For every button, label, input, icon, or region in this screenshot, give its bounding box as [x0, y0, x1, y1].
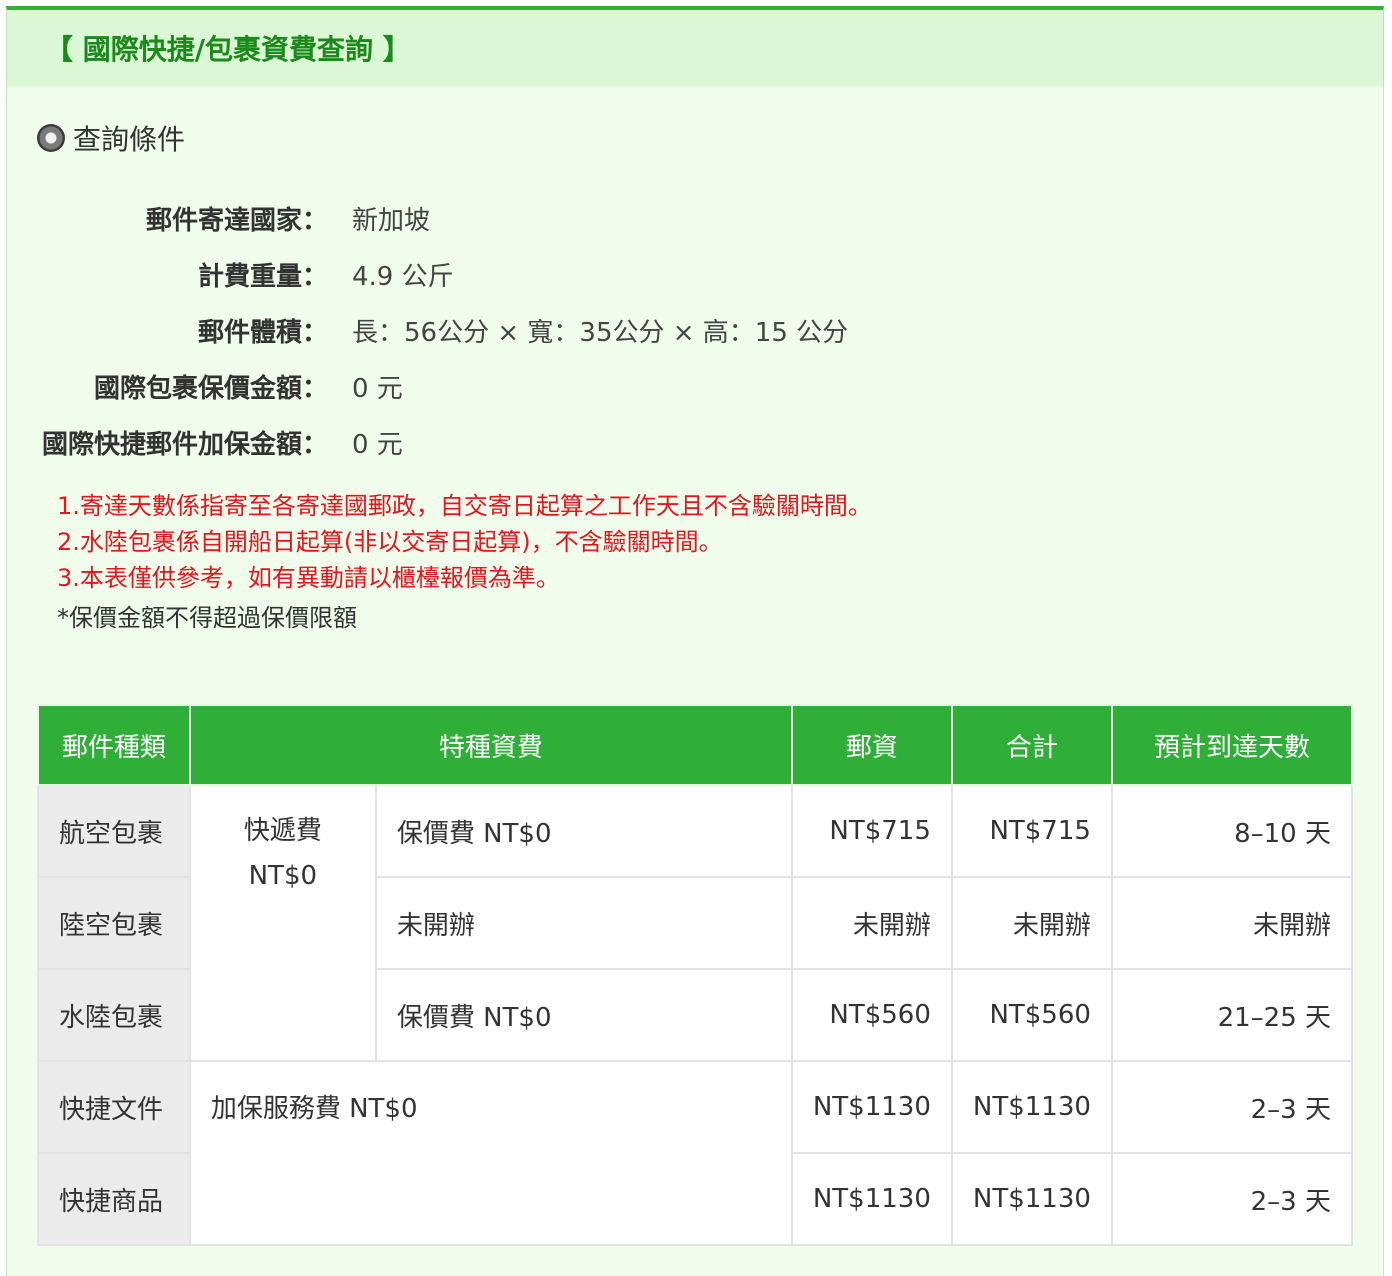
condition-label: 國際包裹保價金額： — [93, 373, 328, 404]
total-cell: NT$1130 — [950, 1060, 1113, 1154]
condition-row-parcel-insurance: 國際包裹保價金額： 0 元 — [7, 358, 907, 414]
total-cell: NT$560 — [950, 968, 1113, 1062]
condition-row-weight: 計費重量： 4.9 公斤 — [7, 246, 907, 302]
rates-table: 郵件種類 特種資費 郵資 合計 預計到達天數 航空包裹 快遞費 NT$0 保價費… — [37, 704, 1354, 1246]
days-cell: 21–25 天 — [1110, 968, 1354, 1062]
mail-type-cell: 快捷文件 — [37, 1060, 191, 1154]
table-header-row: 郵件種類 特種資費 郵資 合計 預計到達天數 — [37, 704, 1354, 786]
days-cell: 8–10 天 — [1110, 784, 1354, 878]
condition-label: 郵件體積： — [197, 317, 328, 348]
condition-row-country: 郵件寄達國家： 新加坡 — [7, 190, 907, 246]
radio-bullet-icon — [37, 124, 65, 152]
postage-cell: NT$715 — [790, 784, 953, 878]
panel-title: 【 國際快捷/包裹資費查詢 】 — [7, 10, 1383, 88]
fee-cell: 未開辦 — [374, 876, 793, 970]
condition-value: 新加坡 — [352, 205, 431, 236]
header-total: 合計 — [950, 704, 1113, 786]
express-fee-label: 快遞費 — [243, 816, 322, 846]
condition-value: 0 元 — [352, 429, 403, 460]
condition-value: 長：56公分 × 寬：35公分 × 高：15 公分 — [352, 317, 849, 348]
condition-label: 郵件寄達國家： — [145, 205, 328, 236]
condition-row-volume: 郵件體積： 長：56公分 × 寬：35公分 × 高：15 公分 — [7, 302, 907, 358]
days-cell: 2–3 天 — [1110, 1060, 1354, 1154]
table-row: 航空包裹 快遞費 NT$0 保價費 NT$0 NT$715 NT$715 8–1… — [37, 784, 1354, 1062]
notes: 1.寄達天數係指寄至各寄達國郵政，自交寄日起算之工作天且不含驗關時間。 2.水陸… — [57, 488, 872, 636]
mail-type-cell: 水陸包裹 — [37, 968, 191, 1062]
note-surface-parcel: 2.水陸包裹係自開船日起算(非以交寄日起算)，不含驗關時間。 — [57, 528, 723, 556]
section-heading: 查詢條件 — [37, 118, 185, 158]
condition-value: 0 元 — [352, 373, 403, 404]
postage-cell: NT$560 — [790, 968, 953, 1062]
total-cell: NT$1130 — [950, 1152, 1113, 1246]
header-postage: 郵資 — [790, 704, 953, 786]
express-fee-cell: 快遞費 NT$0 — [188, 784, 377, 1062]
mail-type-cell: 陸空包裹 — [37, 876, 191, 970]
condition-row-express-insurance: 國際快捷郵件加保金額： 0 元 — [7, 414, 907, 470]
table-row: 快捷文件 加保服務費 NT$0 NT$1130 NT$1130 2–3 天 — [37, 1060, 1354, 1246]
days-cell: 未開辦 — [1110, 876, 1354, 970]
insured-service-fee-cell: 加保服務費 NT$0 — [188, 1060, 793, 1246]
fee-cell: 保價費 NT$0 — [374, 784, 793, 878]
total-cell: NT$715 — [950, 784, 1113, 878]
query-conditions: 郵件寄達國家： 新加坡 計費重量： 4.9 公斤 郵件體積： 長：56公分 × … — [7, 190, 907, 470]
days-cell: 2–3 天 — [1110, 1152, 1354, 1246]
mail-type-cell: 快捷商品 — [37, 1152, 191, 1246]
mail-type-cell: 航空包裹 — [37, 784, 191, 878]
section-heading-label: 查詢條件 — [73, 123, 186, 156]
header-special-fee: 特種資費 — [188, 704, 793, 786]
condition-label: 計費重量： — [197, 261, 328, 292]
postage-cell: NT$1130 — [790, 1060, 953, 1154]
express-fee-value: NT$0 — [248, 861, 318, 891]
rate-query-panel: 【 國際快捷/包裹資費查詢 】 查詢條件 郵件寄達國家： 新加坡 計費重量： 4… — [6, 6, 1384, 1276]
fee-cell: 保價費 NT$0 — [374, 968, 793, 1062]
condition-label: 國際快捷郵件加保金額： — [41, 429, 328, 460]
note-delivery-days: 1.寄達天數係指寄至各寄達國郵政，自交寄日起算之工作天且不含驗關時間。 — [57, 492, 872, 520]
header-delivery-days: 預計到達天數 — [1110, 704, 1354, 786]
condition-value: 4.9 公斤 — [352, 261, 454, 292]
note-insurance-limit: *保價金額不得超過保價限額 — [57, 604, 357, 632]
postage-cell: NT$1130 — [790, 1152, 953, 1246]
header-mail-type: 郵件種類 — [37, 704, 191, 786]
total-cell: 未開辦 — [950, 876, 1113, 970]
note-reference-only: 3.本表僅供參考，如有異動請以櫃檯報價為準。 — [57, 564, 560, 592]
postage-cell: 未開辦 — [790, 876, 953, 970]
